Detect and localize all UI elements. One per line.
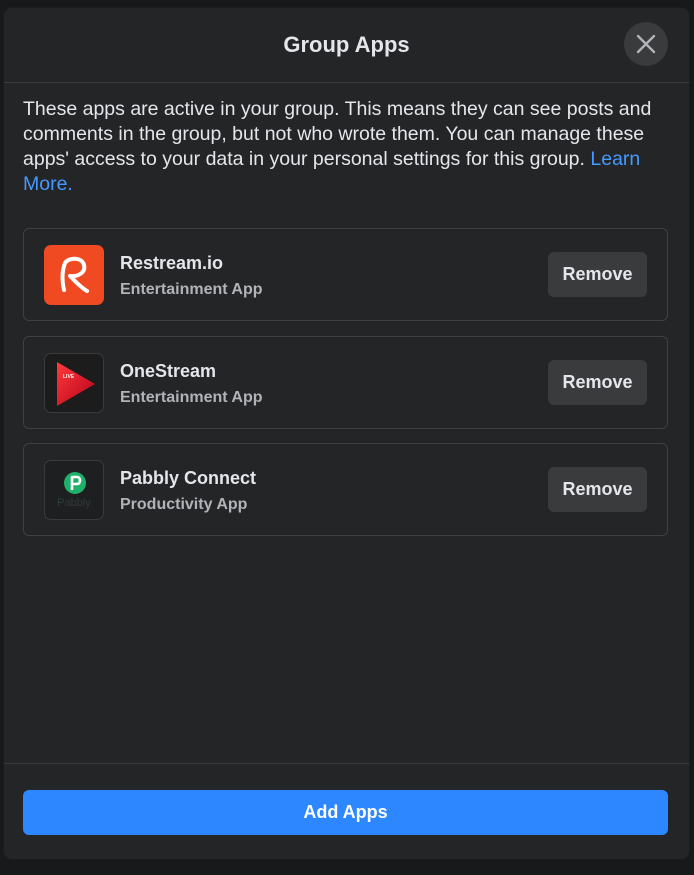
dialog-header: Group Apps xyxy=(4,8,689,83)
restream-logo-icon xyxy=(44,245,104,305)
close-icon xyxy=(636,34,656,54)
app-card-pabbly: Pabbly Pabbly Connect Productivity App R… xyxy=(23,443,668,536)
app-name: Restream.io xyxy=(120,253,224,273)
app-category: Entertainment App xyxy=(120,281,263,298)
group-apps-dialog: Group Apps These apps are active in your… xyxy=(4,8,689,859)
close-button[interactable] xyxy=(624,22,668,66)
app-category: Productivity App xyxy=(120,496,248,513)
dialog-title: Group Apps xyxy=(283,32,410,57)
app-card-onestream: LIVE OneStream Entertainment App Remove xyxy=(23,336,668,429)
app-card-restream: Restream.io Entertainment App Remove xyxy=(23,228,668,321)
onestream-live-label: LIVE xyxy=(63,374,75,380)
onestream-logo-icon: LIVE xyxy=(44,353,104,413)
pabbly-wordmark: Pabbly xyxy=(57,497,91,509)
app-category: Entertainment App xyxy=(120,389,263,406)
pabbly-logo-icon: Pabbly xyxy=(44,460,104,520)
remove-button-onestream[interactable]: Remove xyxy=(548,360,647,405)
app-name: Pabbly Connect xyxy=(120,468,257,488)
add-apps-button[interactable]: Add Apps xyxy=(23,790,668,835)
app-name: OneStream xyxy=(120,361,217,381)
remove-button-restream[interactable]: Remove xyxy=(548,252,647,297)
dialog-footer: Add Apps xyxy=(4,763,689,859)
remove-button-pabbly[interactable]: Remove xyxy=(548,467,647,512)
dialog-description: These apps are active in your group. Thi… xyxy=(23,98,652,195)
